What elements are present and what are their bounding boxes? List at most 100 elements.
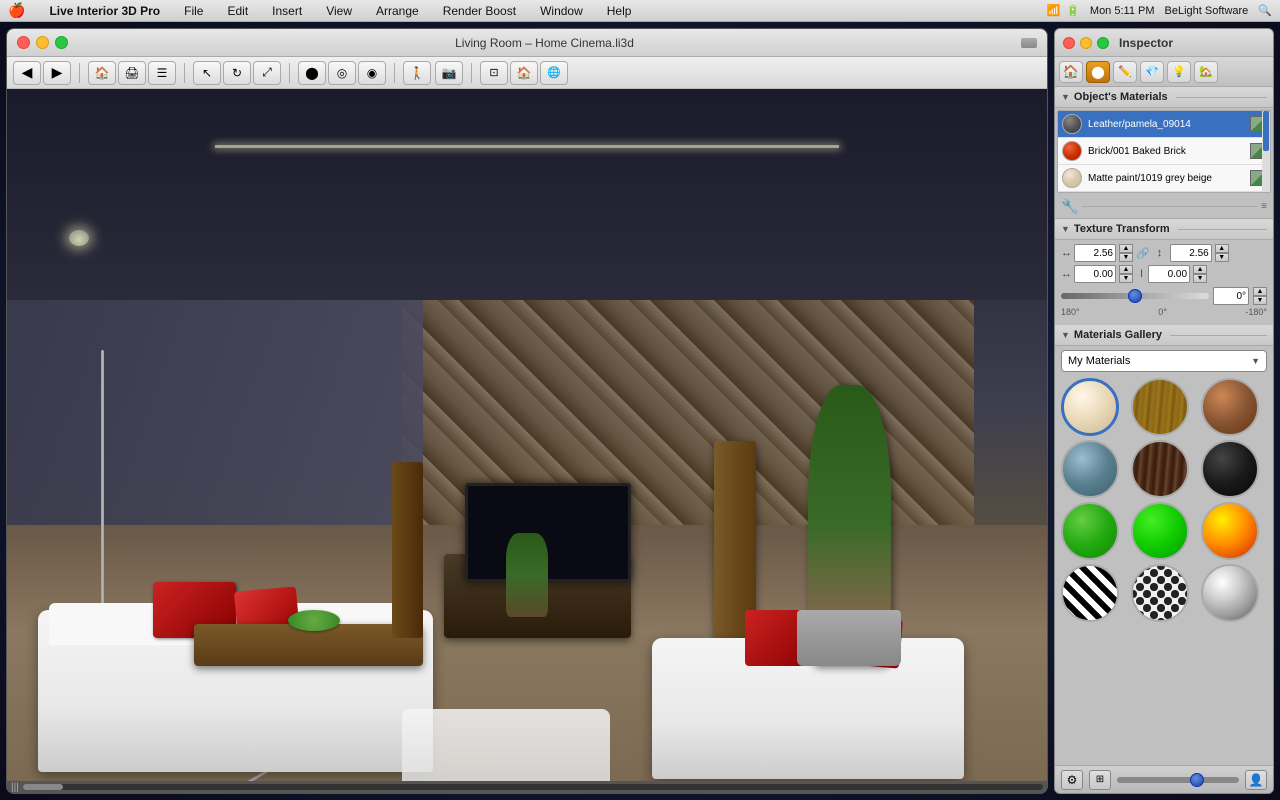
minimize-button[interactable]: [36, 36, 49, 49]
gallery-item-wood[interactable]: [1131, 378, 1189, 436]
inspector-settings-button[interactable]: ⚙: [1061, 770, 1083, 790]
material-name-2: Matte paint/1019 grey beige: [1088, 173, 1244, 184]
menu-arrange[interactable]: Arrange: [372, 4, 423, 18]
offset-y-input[interactable]: [1148, 265, 1190, 283]
scale-x-up[interactable]: ▲: [1119, 244, 1133, 253]
gallery-dropdown[interactable]: My Materials ▼: [1061, 350, 1267, 372]
sphere-button[interactable]: ⬤: [298, 61, 326, 85]
gallery-collapse-icon[interactable]: ▼: [1061, 330, 1070, 340]
scale-x-stepper[interactable]: ▲ ▼: [1119, 244, 1133, 262]
scale-y-up[interactable]: ▲: [1215, 244, 1229, 253]
texture-collapse-icon[interactable]: ▼: [1061, 224, 1070, 234]
nav-back-button[interactable]: ◀: [13, 61, 41, 85]
inspector-person-button[interactable]: 👤: [1245, 770, 1267, 790]
materials-scroll-thumb[interactable]: [1263, 111, 1269, 151]
camera-button[interactable]: 📷: [435, 61, 463, 85]
gallery-item-cream[interactable]: [1061, 378, 1119, 436]
material-item-1[interactable]: Brick/001 Baked Brick: [1058, 138, 1270, 165]
texture-transform-header: ▼ Texture Transform: [1055, 219, 1273, 240]
rotation-stepper[interactable]: ▲ ▼: [1253, 287, 1267, 305]
gallery-item-dark[interactable]: [1201, 440, 1259, 498]
select-tool-button[interactable]: ↖: [193, 61, 221, 85]
material-item-2[interactable]: Matte paint/1019 grey beige: [1058, 165, 1270, 192]
offset-y-stepper[interactable]: ▲ ▼: [1193, 265, 1207, 283]
menu-render-boost[interactable]: Render Boost: [439, 4, 520, 18]
section-collapse-icon[interactable]: ▼: [1061, 92, 1070, 102]
scale-x-input[interactable]: [1074, 244, 1116, 262]
gallery-dropdown-label: My Materials: [1068, 355, 1130, 367]
material-item-0[interactable]: Leather/pamela_09014: [1058, 111, 1270, 138]
scrollbar-track[interactable]: [23, 784, 1043, 790]
toolbar-sep-3: [289, 63, 290, 83]
home-view-button[interactable]: 🏠: [510, 61, 538, 85]
inspector-minimize-button[interactable]: [1080, 37, 1092, 49]
insp-texture-button[interactable]: 💎: [1140, 61, 1164, 83]
3d-viewport[interactable]: |||: [7, 89, 1047, 793]
inspector-zoom-slider[interactable]: [1117, 777, 1239, 783]
rotate-tool-button[interactable]: ↻: [223, 61, 251, 85]
gallery-item-silver[interactable]: [1201, 564, 1259, 622]
menu-help[interactable]: Help: [603, 4, 636, 18]
scale-y-input[interactable]: [1170, 244, 1212, 262]
rotation-slider-thumb[interactable]: [1128, 289, 1142, 303]
materials-scrollbar[interactable]: [1262, 111, 1270, 192]
gallery-item-fire[interactable]: [1201, 502, 1259, 560]
insp-object-button[interactable]: 🏠: [1059, 61, 1083, 83]
scale-y-stepper[interactable]: ▲ ▼: [1215, 244, 1229, 262]
pencil-icon[interactable]: 🔧: [1061, 198, 1078, 215]
rotation-input[interactable]: [1213, 287, 1249, 305]
scrollbar-thumb[interactable]: [23, 784, 63, 790]
print-button[interactable]: 🖨: [118, 61, 146, 85]
insp-house-button[interactable]: 🏡: [1194, 61, 1218, 83]
insp-paint-button[interactable]: ✏️: [1113, 61, 1137, 83]
insp-light-button[interactable]: 💡: [1167, 61, 1191, 83]
offset-x-input[interactable]: [1074, 265, 1116, 283]
chain-link-icon[interactable]: 🔗: [1136, 247, 1150, 260]
overview-button[interactable]: 🌐: [540, 61, 568, 85]
viewport-scrollbar[interactable]: |||: [7, 781, 1047, 793]
inspector-zoom-thumb[interactable]: [1190, 773, 1204, 787]
gallery-item-spots[interactable]: [1131, 564, 1189, 622]
offset-y-up[interactable]: ▲: [1193, 265, 1207, 274]
gallery-item-brick[interactable]: [1201, 378, 1259, 436]
apple-menu[interactable]: 🍎: [8, 2, 25, 19]
rotation-up[interactable]: ▲: [1253, 287, 1267, 296]
close-button[interactable]: [17, 36, 30, 49]
menu-insert[interactable]: Insert: [268, 4, 306, 18]
move-tool-button[interactable]: ⤢: [253, 61, 281, 85]
offset-x-down[interactable]: ▼: [1119, 274, 1133, 283]
offset-x-up[interactable]: ▲: [1119, 265, 1133, 274]
floor-plan-button[interactable]: 🏠: [88, 61, 116, 85]
scale-y-down[interactable]: ▼: [1215, 253, 1229, 262]
list-button[interactable]: ☰: [148, 61, 176, 85]
inspector-fit-button[interactable]: ⊞: [1089, 770, 1111, 790]
orbit-button[interactable]: ◎: [328, 61, 356, 85]
nav-forward-button[interactable]: ▶: [43, 61, 71, 85]
insp-material-button[interactable]: ⬤: [1086, 61, 1110, 83]
menu-window[interactable]: Window: [536, 4, 587, 18]
figure-button[interactable]: 🚶: [403, 61, 431, 85]
menu-file[interactable]: File: [180, 4, 207, 18]
render-button[interactable]: ◉: [358, 61, 386, 85]
gallery-item-stone[interactable]: [1061, 440, 1119, 498]
scale-x-down[interactable]: ▼: [1119, 253, 1133, 262]
menu-edit[interactable]: Edit: [223, 4, 252, 18]
material-options-icon[interactable]: ≡: [1261, 201, 1267, 212]
rotation-down[interactable]: ▼: [1253, 296, 1267, 305]
menu-view[interactable]: View: [322, 4, 356, 18]
menu-app[interactable]: Live Interior 3D Pro: [45, 4, 164, 18]
gallery-item-green[interactable]: [1061, 502, 1119, 560]
gallery-item-zebra[interactable]: [1061, 564, 1119, 622]
gallery-item-green2[interactable]: [1131, 502, 1189, 560]
3d-view-button[interactable]: ⊡: [480, 61, 508, 85]
offset-y-down[interactable]: ▼: [1193, 274, 1207, 283]
window-resize-handle[interactable]: [1021, 38, 1037, 48]
inspector-maximize-button[interactable]: [1097, 37, 1109, 49]
materials-list[interactable]: Leather/pamela_09014 Brick/001 Baked Bri…: [1057, 110, 1271, 193]
search-icon[interactable]: 🔍: [1258, 4, 1272, 17]
maximize-button[interactable]: [55, 36, 68, 49]
offset-x-stepper[interactable]: ▲ ▼: [1119, 265, 1133, 283]
gallery-item-darkwood[interactable]: [1131, 440, 1189, 498]
rotation-slider-track[interactable]: [1061, 293, 1209, 299]
inspector-close-button[interactable]: [1063, 37, 1075, 49]
